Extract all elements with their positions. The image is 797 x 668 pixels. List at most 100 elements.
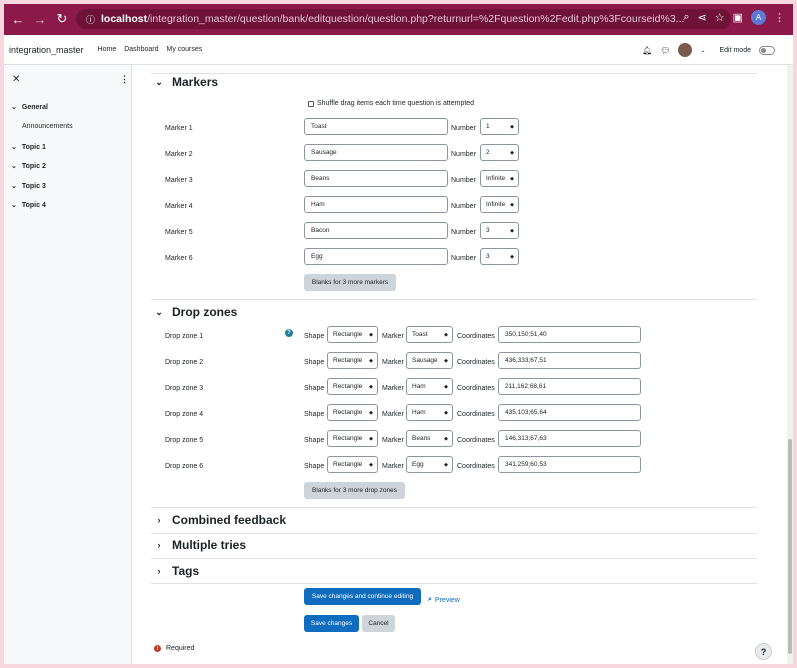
chevron-down-icon[interactable]: ⌄ <box>11 182 17 190</box>
chevron-down-icon[interactable]: ⌄ <box>11 143 17 151</box>
nav-my-courses[interactable]: My courses <box>166 46 202 53</box>
dropzone-4-shape-select[interactable]: Rectangle ◆ <box>327 404 378 421</box>
chevron-down-icon[interactable]: ⌄ <box>154 307 164 318</box>
nav-dashboard[interactable]: Dashboard <box>124 46 158 53</box>
number-label: Number <box>451 203 476 210</box>
marker-5-text-input[interactable]: Bacon <box>304 222 448 239</box>
section-tags-header[interactable]: › Tags <box>154 564 200 578</box>
marker-6-text-input[interactable]: Egg <box>304 248 448 265</box>
select-value: Rectangle <box>333 461 363 468</box>
marker-4-text-input[interactable]: Ham <box>304 196 448 213</box>
drawer-item-topic-4[interactable]: ⌄ Topic 4 <box>11 201 46 210</box>
dropzone-4-marker-select[interactable]: Ham ◆ <box>406 404 453 421</box>
bookmark-star-icon[interactable]: ☆ <box>715 11 725 24</box>
dropzone-4-coordinates-input[interactable]: 435,103;65,64 <box>498 404 641 421</box>
shuffle-checkbox[interactable] <box>308 101 314 107</box>
notifications-bell-icon[interactable]: 🔔︎ <box>642 46 652 55</box>
dropzone-6-marker-select[interactable]: Egg ◆ <box>406 456 453 473</box>
drawer-options-icon[interactable]: ⋮ <box>120 74 129 85</box>
back-icon[interactable]: ← <box>8 9 28 29</box>
dropzone-3-shape-select[interactable]: Rectangle ◆ <box>327 378 378 395</box>
drawer-item-topic-2[interactable]: ⌄ Topic 2 <box>11 162 46 171</box>
select-caret-icon: ◆ <box>510 123 514 130</box>
section-combined-feedback-header[interactable]: › Combined feedback <box>154 513 287 527</box>
chevron-down-icon[interactable]: ⌄ <box>154 77 164 88</box>
marker-2-text-input[interactable]: Sausage <box>304 144 448 161</box>
forward-icon[interactable]: → <box>30 9 50 29</box>
dropzone-5-shape-select[interactable]: Rectangle ◆ <box>327 430 378 447</box>
dropzone-6-coordinates-input[interactable]: 341,259;60,53 <box>498 456 641 473</box>
dropzone-5-coordinates-input[interactable]: 146,313;67,63 <box>498 430 641 447</box>
address-bar[interactable]: ⓘ localhost/integration_master/question/… <box>76 9 731 29</box>
input-value: 211,162;68,61 <box>505 383 547 390</box>
dropzone-1-coordinates-input[interactable]: 350,150;51,40 <box>498 326 641 343</box>
dropzone-1-shape-select[interactable]: Rectangle ◆ <box>327 326 378 343</box>
drawer-item-topic-1[interactable]: ⌄ Topic 1 <box>11 143 46 152</box>
drawer-item-topic-3[interactable]: ⌄ Topic 3 <box>11 182 46 191</box>
messages-icon[interactable]: 💬︎ <box>660 46 670 55</box>
help-button[interactable]: ? <box>755 643 772 660</box>
chevron-down-icon[interactable]: ⌄ <box>11 162 17 170</box>
section-multiple-tries-header[interactable]: › Multiple tries <box>154 538 247 552</box>
marker-5-number-select[interactable]: 3 ◆ <box>480 222 519 239</box>
page-scrollbar[interactable] <box>787 65 793 664</box>
nav-home[interactable]: Home <box>98 46 117 53</box>
section-dropzones-header[interactable]: ⌄ Drop zones <box>154 305 237 319</box>
shape-label: Shape <box>304 359 325 366</box>
marker-3-number-select[interactable]: Infinite ◆ <box>480 170 519 187</box>
dropzone-3-coordinates-input[interactable]: 211,162;68,61 <box>498 378 641 395</box>
scrollbar-thumb[interactable] <box>788 439 792 654</box>
chevron-down-icon[interactable]: ⌄ <box>11 201 17 209</box>
input-value: Ham <box>311 201 325 208</box>
drawer-item-general[interactable]: ⌄ General <box>11 103 48 112</box>
reload-icon[interactable]: ↻ <box>52 9 72 29</box>
required-icon: ! <box>154 645 161 652</box>
dropzone-2-shape-select[interactable]: Rectangle ◆ <box>327 352 378 369</box>
zoom-icon[interactable]: ⌕ <box>683 11 689 24</box>
dropzone-6-shape-select[interactable]: Rectangle ◆ <box>327 456 378 473</box>
save-button[interactable]: Save changes <box>304 615 359 632</box>
marker-4-number-select[interactable]: Infinite ◆ <box>480 196 519 213</box>
marker-3-label: Marker 3 <box>165 177 193 184</box>
drawer-item-label: Topic 2 <box>21 162 46 170</box>
chevron-down-icon[interactable]: ⌄ <box>11 103 17 111</box>
required-legend: ! Required <box>154 645 194 652</box>
select-caret-icon: ◆ <box>444 383 448 390</box>
cancel-button[interactable]: Cancel <box>362 615 395 632</box>
dropzone-2-marker-select[interactable]: Sausage ◆ <box>406 352 453 369</box>
drawer-item-announcements[interactable]: Announcements <box>22 123 73 130</box>
user-avatar[interactable] <box>678 43 693 57</box>
marker-2-number-select[interactable]: 2 ◆ <box>480 144 519 161</box>
blanks-more-markers-button[interactable]: Blanks for 3 more markers <box>304 274 396 291</box>
side-panel-icon[interactable]: ▣ <box>733 11 743 24</box>
marker-1-number-select[interactable]: 1 ◆ <box>480 118 519 135</box>
edit-mode-label: Edit mode <box>719 46 751 54</box>
blanks-more-dropzones-button[interactable]: Blanks for 3 more drop zones <box>304 482 405 499</box>
share-icon[interactable]: ⋖ <box>698 11 707 24</box>
edit-mode-toggle[interactable] <box>759 45 775 55</box>
chevron-right-icon[interactable]: › <box>154 540 164 550</box>
close-drawer-icon[interactable]: ✕ <box>12 74 20 85</box>
drawer-item-label: Topic 1 <box>21 143 46 151</box>
dropzone-1-label: Drop zone 1 <box>165 333 204 340</box>
site-info-icon[interactable]: ⓘ <box>86 13 95 26</box>
preview-link[interactable]: ⌕ Preview <box>428 596 460 604</box>
save-continue-button[interactable]: Save changes and continue editing <box>304 588 421 605</box>
dropzone-2-coordinates-input[interactable]: 436,333;67,51 <box>498 352 641 369</box>
chevron-right-icon[interactable]: › <box>154 566 164 576</box>
user-menu-chevron-icon[interactable]: ⌄ <box>700 47 705 54</box>
dropzone-1-marker-select[interactable]: Toast ◆ <box>406 326 453 343</box>
marker-5-label: Marker 5 <box>165 229 193 236</box>
input-value: Beans <box>311 175 330 182</box>
dropzone-3-marker-select[interactable]: Ham ◆ <box>406 378 453 395</box>
dropzone-5-marker-select[interactable]: Beans ◆ <box>406 430 453 447</box>
marker-3-text-input[interactable]: Beans <box>304 170 448 187</box>
site-name[interactable]: integration_master <box>9 45 84 55</box>
marker-6-number-select[interactable]: 3 ◆ <box>480 248 519 265</box>
profile-avatar[interactable]: A <box>751 10 766 25</box>
chevron-right-icon[interactable]: › <box>154 515 164 525</box>
help-icon[interactable]: ? <box>285 329 293 337</box>
marker-1-text-input[interactable]: Toast <box>304 118 448 135</box>
section-markers-header[interactable]: ⌄ Markers <box>154 75 218 89</box>
browser-menu-icon[interactable]: ⋮ <box>774 11 785 24</box>
